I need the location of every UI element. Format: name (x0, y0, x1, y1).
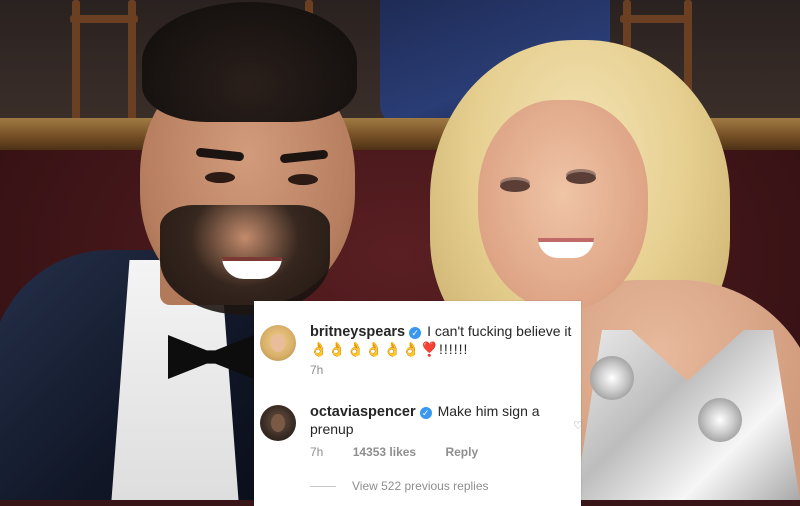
verified-badge-icon: ✓ (409, 327, 422, 339)
view-previous-replies[interactable]: View 522 previous replies (310, 479, 489, 493)
avatar-face (271, 414, 285, 432)
comment-time: 7h (310, 445, 324, 459)
woman-eye (566, 172, 596, 184)
comment-text: I can't fucking believe it (427, 323, 572, 339)
dress-jewel (698, 398, 742, 442)
avatar[interactable] (260, 405, 296, 441)
avatar[interactable] (260, 325, 296, 361)
verified-badge-icon: ✓ (419, 407, 432, 419)
username[interactable]: britneyspears (310, 324, 405, 340)
instagram-comments-card: britneyspears ✓ I can't fucking believe it… (254, 301, 583, 506)
dress-jewel (590, 356, 634, 400)
comment-meta: 7h (310, 363, 349, 377)
reply-button[interactable]: Reply (445, 445, 478, 459)
comment-meta: 7h 14353 likes Reply (310, 445, 504, 459)
comment-time: 7h (310, 363, 324, 377)
replies-divider (310, 486, 336, 488)
man-hair (142, 2, 357, 122)
comment-line: britneyspears ✓ I can't fucking believe it (310, 323, 575, 341)
heart-icon[interactable]: ♡ (573, 419, 583, 432)
comment-text-emoji: 👌👌👌👌👌👌❣️!!!!!! (310, 341, 469, 357)
comment-line: octaviaspencer ✓ Make him sign a prenup (310, 403, 575, 438)
chair-bar (70, 15, 138, 23)
likes-count[interactable]: 14353 likes (353, 445, 416, 459)
woman-face (478, 100, 648, 310)
man-eye (205, 172, 235, 183)
woman-eye (500, 180, 530, 192)
chair-bar (620, 15, 692, 23)
view-replies-label[interactable]: View 522 previous replies (352, 479, 489, 493)
man-eye (288, 174, 318, 185)
username[interactable]: octaviaspencer (310, 404, 416, 420)
avatar-face (271, 334, 285, 352)
